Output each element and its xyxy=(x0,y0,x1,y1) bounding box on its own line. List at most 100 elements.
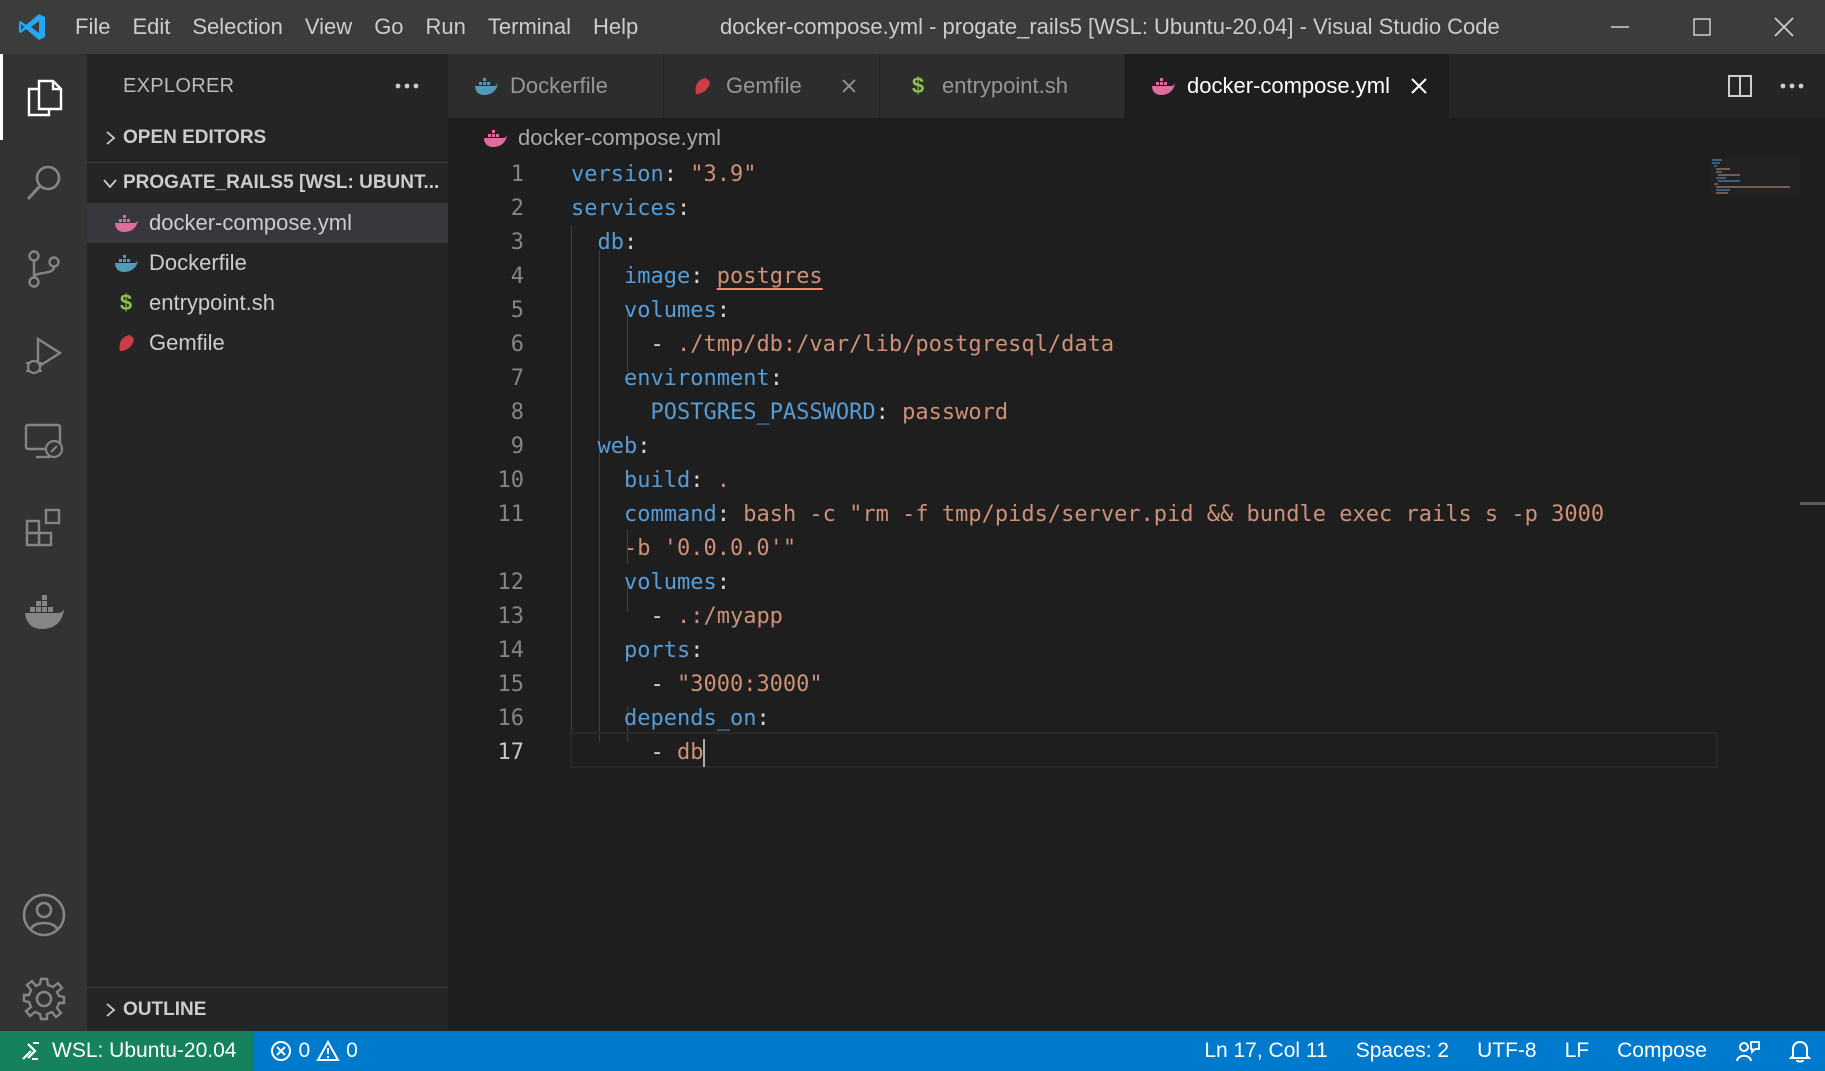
line-number: 13 xyxy=(497,604,525,629)
more-actions-icon[interactable] xyxy=(1779,82,1805,90)
menu-bar: File Edit Selection View Go Run Terminal… xyxy=(64,0,649,54)
line-number: 12 xyxy=(497,570,525,595)
shell-icon: $ xyxy=(911,73,925,98)
source-control-button[interactable] xyxy=(0,226,87,312)
status-bar: WSL: Ubuntu-20.04 0 0 Ln 17, Col 11 Spac… xyxy=(0,1031,1825,1071)
maximize-button[interactable] xyxy=(1661,0,1743,54)
chevron-down-icon xyxy=(103,179,117,189)
outline-label: OUTLINE xyxy=(123,999,207,1020)
line-number: 3 xyxy=(510,230,524,255)
menu-help[interactable]: Help xyxy=(582,0,649,54)
outline-section[interactable]: OUTLINE xyxy=(87,987,448,1031)
settings-button[interactable] xyxy=(0,956,87,1042)
close-icon xyxy=(1774,17,1794,37)
account-button[interactable] xyxy=(0,872,87,958)
menu-terminal[interactable]: Terminal xyxy=(477,0,582,54)
language-mode[interactable]: Compose xyxy=(1603,1031,1721,1071)
open-editors-label: OPEN EDITORS xyxy=(123,127,267,148)
line-number: 2 xyxy=(510,196,524,221)
maximize-icon xyxy=(1693,18,1711,36)
end-of-line[interactable]: LF xyxy=(1551,1031,1604,1071)
menu-view[interactable]: View xyxy=(294,0,363,54)
minimize-button[interactable] xyxy=(1579,0,1661,54)
feedback-button[interactable] xyxy=(1721,1031,1775,1071)
breadcrumb[interactable]: docker-compose.yml xyxy=(448,118,721,158)
file-gemfile[interactable]: Gemfile xyxy=(87,323,448,363)
run-debug-button[interactable] xyxy=(0,312,87,398)
line-number: 6 xyxy=(510,332,524,357)
menu-go[interactable]: Go xyxy=(363,0,414,54)
docker-button[interactable] xyxy=(0,570,87,656)
tab-gemfile[interactable]: Gemfile xyxy=(664,54,880,118)
error-count: 0 xyxy=(298,1039,311,1062)
tab-close-button[interactable] xyxy=(1407,74,1431,98)
file-entrypoint[interactable]: $ entrypoint.sh xyxy=(87,283,448,323)
more-actions-icon[interactable] xyxy=(394,82,420,90)
split-editor-icon[interactable] xyxy=(1727,74,1753,98)
explorer-button[interactable] xyxy=(0,54,87,140)
chevron-right-icon xyxy=(106,1003,116,1017)
tab-close-button[interactable] xyxy=(837,74,861,98)
ruby-icon xyxy=(695,78,710,94)
window-title: docker-compose.yml - progate_rails5 [WSL… xyxy=(720,14,1500,39)
file-docker-compose[interactable]: docker-compose.yml xyxy=(87,203,448,243)
settings-gear-icon xyxy=(22,977,65,1021)
tab-label: Dockerfile xyxy=(510,73,608,98)
tab-dockerfile[interactable]: Dockerfile xyxy=(448,54,664,118)
warning-icon xyxy=(316,1040,340,1061)
file-name: entrypoint.sh xyxy=(149,290,275,315)
breadcrumb-file: docker-compose.yml xyxy=(518,125,721,150)
ruby-icon xyxy=(119,335,134,351)
remote-indicator[interactable]: WSL: Ubuntu-20.04 xyxy=(0,1031,255,1071)
close-icon xyxy=(842,79,856,93)
cursor-position[interactable]: Ln 17, Col 11 xyxy=(1190,1031,1341,1071)
vscode-logo-icon xyxy=(0,0,64,54)
remote-label: WSL: Ubuntu-20.04 xyxy=(52,1039,237,1062)
problems-indicator[interactable]: 0 0 xyxy=(254,1039,358,1063)
explorer-title: EXPLORER xyxy=(123,74,235,97)
menu-edit[interactable]: Edit xyxy=(121,0,181,54)
folder-label: PROGATE_RAILS5 [WSL: UBUNT... xyxy=(123,172,440,193)
remote-explorer-button[interactable] xyxy=(0,398,87,484)
file-dockerfile[interactable]: Dockerfile xyxy=(87,243,448,283)
source-control-icon xyxy=(27,250,60,288)
indentation[interactable]: Spaces: 2 xyxy=(1342,1031,1463,1071)
window-controls xyxy=(1579,0,1825,54)
remote-icon xyxy=(22,1042,39,1060)
tab-entrypoint[interactable]: $ entrypoint.sh xyxy=(880,54,1125,118)
explorer-header: EXPLORER xyxy=(87,54,448,118)
folder-section[interactable]: PROGATE_RAILS5 [WSL: UBUNT... xyxy=(87,163,448,203)
menu-file[interactable]: File xyxy=(64,0,121,54)
editor-tabs: Dockerfile Gemfile $ entrypoint.sh docke… xyxy=(448,54,1825,118)
line-number: 5 xyxy=(510,298,524,323)
text-cursor xyxy=(703,739,706,767)
notifications-button[interactable] xyxy=(1775,1031,1825,1071)
tab-label: Gemfile xyxy=(726,73,802,98)
line-number: 10 xyxy=(497,468,525,493)
docker-icon xyxy=(115,255,138,272)
run-debug-icon xyxy=(25,336,62,375)
line-number: 11 xyxy=(497,502,525,527)
minimize-icon xyxy=(1611,26,1629,28)
open-editors-section[interactable]: OPEN EDITORS xyxy=(87,118,448,158)
code-editor[interactable]: 1 version: "3.9" 2 services: 3 db: 4 image… xyxy=(448,158,1825,1031)
menu-selection[interactable]: Selection xyxy=(181,0,294,54)
docker-compose-icon xyxy=(484,130,507,147)
search-button[interactable] xyxy=(0,140,87,226)
current-line-highlight xyxy=(570,732,1718,768)
activity-bar xyxy=(0,54,87,1031)
shell-icon: $ xyxy=(119,290,133,315)
explorer-icon xyxy=(27,79,63,117)
line-number: 15 xyxy=(497,672,525,697)
encoding[interactable]: UTF-8 xyxy=(1463,1031,1551,1071)
tab-docker-compose[interactable]: docker-compose.yml xyxy=(1125,54,1450,118)
close-window-button[interactable] xyxy=(1743,0,1825,54)
menu-run[interactable]: Run xyxy=(415,0,477,54)
tab-label: entrypoint.sh xyxy=(942,73,1068,98)
line-number: 9 xyxy=(510,434,524,459)
docker-icon xyxy=(24,595,64,629)
tab-label: docker-compose.yml xyxy=(1187,73,1390,98)
extensions-button[interactable] xyxy=(0,484,87,570)
minimap[interactable] xyxy=(1710,158,1800,208)
line-number: 8 xyxy=(510,400,524,425)
